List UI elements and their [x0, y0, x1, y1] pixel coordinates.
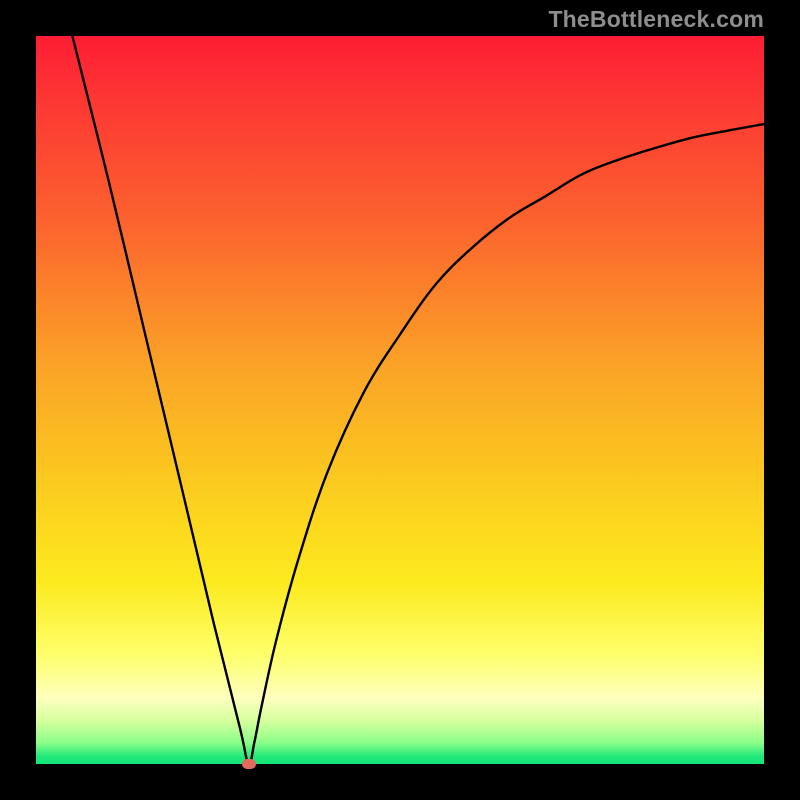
- selected-point-marker: [242, 759, 256, 769]
- chart-frame: TheBottleneck.com: [0, 0, 800, 800]
- watermark-text: TheBottleneck.com: [548, 6, 764, 33]
- bottleneck-curve: [36, 36, 764, 764]
- plot-area: [36, 36, 764, 764]
